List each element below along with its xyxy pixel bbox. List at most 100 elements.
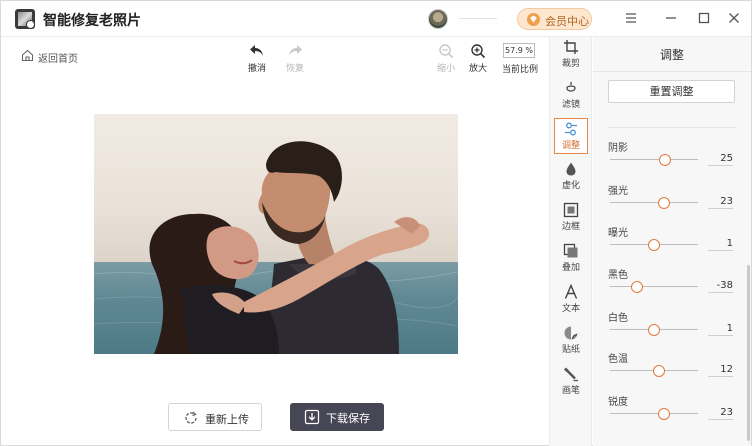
tool-filter[interactable]: 滤镜 xyxy=(554,78,588,114)
tool-crop[interactable]: 裁剪 xyxy=(554,37,588,73)
tool-brush[interactable]: 画笔 xyxy=(554,364,588,400)
download-save-button[interactable]: 下载保存 xyxy=(290,403,384,431)
tool-border-label: 边框 xyxy=(561,222,580,232)
filter-icon xyxy=(566,82,576,92)
slider-exposure-label: 曝光 xyxy=(608,228,628,239)
tool-sticker[interactable]: 贴纸 xyxy=(554,323,588,359)
tool-adjust-label: 调整 xyxy=(561,141,580,151)
redo-icon xyxy=(289,45,302,56)
diamond-icon xyxy=(527,13,540,26)
slider-sharpness-value[interactable]: 23 xyxy=(708,406,733,420)
tool-overlay[interactable]: 叠加 xyxy=(554,241,588,277)
tool-brush-label: 画笔 xyxy=(561,386,580,396)
tool-blur-label: 虚化 xyxy=(561,181,580,191)
slider-highlight-label: 强光 xyxy=(608,186,628,197)
tool-overlay-label: 叠加 xyxy=(561,263,580,273)
border-icon xyxy=(563,202,579,218)
reset-adjust-button[interactable]: 重置调整 xyxy=(608,80,735,103)
user-name-placeholder xyxy=(459,18,497,19)
undo-label: 撤消 xyxy=(247,64,266,74)
slider-shadow-thumb[interactable] xyxy=(658,154,671,166)
overlay-icon xyxy=(563,243,578,258)
redo-label: 恢复 xyxy=(285,64,304,74)
slider-blacks-thumb[interactable] xyxy=(631,281,644,293)
reupload-label: 重新上传 xyxy=(205,413,249,426)
tool-text[interactable]: 文本 xyxy=(554,282,588,318)
slider-whites: 白色 1 xyxy=(608,309,733,345)
slider-sharpness: 锐度 23 xyxy=(608,393,733,429)
panel-scrollbar[interactable] xyxy=(747,265,750,441)
panel-divider xyxy=(593,71,751,72)
redo-button[interactable]: 恢复 xyxy=(280,43,310,75)
slider-temperature-label: 色温 xyxy=(608,354,628,365)
reupload-button[interactable]: 重新上传 xyxy=(168,403,262,431)
slider-blacks-track[interactable] xyxy=(610,286,698,287)
download-save-label: 下载保存 xyxy=(326,412,370,425)
slider-exposure: 曝光 1 xyxy=(608,224,733,260)
tool-filter-label: 滤镜 xyxy=(561,100,580,110)
slider-shadow-value[interactable]: 25 xyxy=(708,152,733,166)
slider-highlight-track[interactable] xyxy=(610,202,698,203)
download-icon xyxy=(304,409,320,425)
close-icon[interactable] xyxy=(728,12,740,24)
vip-center-label: 会员中心 xyxy=(545,15,589,28)
couple-photo xyxy=(94,114,458,354)
panel-title: 调整 xyxy=(659,48,684,62)
app-logo-icon xyxy=(15,9,35,29)
blur-icon xyxy=(566,162,576,176)
tool-blur[interactable]: 虚化 xyxy=(554,159,588,195)
slider-shadow-label: 阴影 xyxy=(608,143,628,154)
slider-sharpness-thumb[interactable] xyxy=(657,408,670,420)
slider-sharpness-label: 锐度 xyxy=(608,397,628,408)
maximize-icon[interactable] xyxy=(698,12,710,24)
slider-highlight: 强光 23 xyxy=(608,182,733,218)
refresh-icon xyxy=(185,411,197,424)
adjust-panel: 调整 重置调整 阴影 25 强光 23 曝光 1 黑色 -38 白色 1 色温 … xyxy=(593,37,751,446)
tool-sticker-label: 贴纸 xyxy=(561,345,580,355)
vip-center-button[interactable]: 会员中心 xyxy=(517,8,592,30)
slider-blacks: 黑色 -38 xyxy=(608,266,733,302)
slider-whites-label: 白色 xyxy=(608,313,628,324)
slider-shadow: 阴影 25 xyxy=(608,139,733,175)
undo-icon xyxy=(250,45,263,56)
zoom-out-label: 缩小 xyxy=(436,64,455,74)
current-ratio-label: 当前比例 xyxy=(502,65,539,75)
photo-canvas[interactable] xyxy=(94,114,458,354)
zoom-in-label: 放大 xyxy=(468,64,487,74)
title-bar: 智能修复老照片 会员中心 xyxy=(1,1,751,37)
slider-whites-thumb[interactable] xyxy=(648,324,661,336)
slider-sharpness-track[interactable] xyxy=(610,413,698,414)
slider-temperature-value[interactable]: 12 xyxy=(708,363,733,377)
brush-icon xyxy=(564,367,578,382)
sticker-icon xyxy=(564,326,578,340)
slider-exposure-value[interactable]: 1 xyxy=(708,237,733,251)
menu-icon[interactable] xyxy=(625,12,637,24)
text-icon xyxy=(564,284,578,299)
slider-whites-value[interactable]: 1 xyxy=(708,322,733,336)
zoom-out-button[interactable]: 缩小 xyxy=(431,43,461,75)
slider-blacks-value[interactable]: -38 xyxy=(708,279,733,293)
slider-highlight-thumb[interactable] xyxy=(657,197,670,209)
adjust-icon xyxy=(565,122,577,136)
slider-exposure-thumb[interactable] xyxy=(648,239,661,251)
user-avatar[interactable] xyxy=(428,9,448,29)
slider-shadow-track[interactable] xyxy=(610,159,698,160)
tool-border[interactable]: 边框 xyxy=(554,200,588,236)
zoom-value-field[interactable]: 57.9 % xyxy=(503,43,535,58)
app-window: 智能修复老照片 会员中心 返回首页 撤消 恢复 缩小 放大 57.9 % 当前比… xyxy=(0,0,752,446)
slider-highlight-value[interactable]: 23 xyxy=(708,195,733,209)
slider-temperature-thumb[interactable] xyxy=(653,365,666,377)
tool-adjust[interactable]: 调整 xyxy=(554,118,588,154)
tool-crop-label: 裁剪 xyxy=(561,59,580,69)
zoom-out-icon xyxy=(439,44,454,59)
tool-strip: 裁剪 滤镜 调整 虚化 边框 叠加 文本 贴纸 画笔 xyxy=(549,37,592,446)
tool-text-label: 文本 xyxy=(561,304,580,314)
undo-button[interactable]: 撤消 xyxy=(242,43,272,75)
home-icon xyxy=(21,49,34,62)
minimize-icon[interactable] xyxy=(665,12,677,24)
app-title: 智能修复老照片 xyxy=(43,13,141,29)
crop-icon xyxy=(564,40,578,54)
zoom-in-button[interactable]: 放大 xyxy=(463,43,493,75)
slider-temperature: 色温 12 xyxy=(608,350,733,386)
zoom-in-icon xyxy=(471,44,486,59)
